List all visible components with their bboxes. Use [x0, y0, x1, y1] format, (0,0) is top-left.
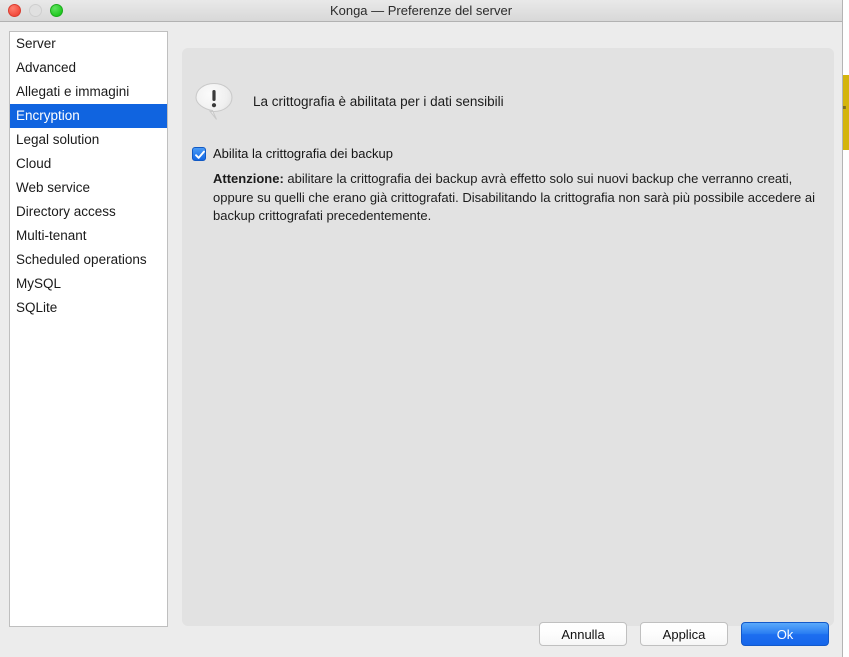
sidebar-item-scheduled-operations[interactable]: Scheduled operations	[10, 248, 167, 272]
apply-button[interactable]: Applica	[640, 622, 728, 646]
preferences-category-list[interactable]: Server Advanced Allegati e immagini Encr…	[9, 31, 168, 627]
background-window-edge[interactable]: ≡	[842, 75, 849, 150]
backup-encryption-warning: Attenzione: abilitare la crittografia de…	[213, 170, 823, 226]
sidebar-item-label: Web service	[16, 180, 91, 195]
encryption-status-row: La crittografia è abilitata per i dati s…	[194, 81, 504, 122]
sidebar-item-label: Legal solution	[16, 132, 100, 147]
sidebar-item-cloud[interactable]: Cloud	[10, 152, 167, 176]
sidebar-item-label: Advanced	[16, 60, 77, 75]
sidebar-item-label: Encryption	[16, 108, 80, 123]
enable-backup-encryption-checkbox[interactable]	[192, 146, 206, 161]
preferences-window: Konga — Preferenze del server Server Adv…	[0, 0, 843, 657]
sidebar-item-legal-solution[interactable]: Legal solution	[10, 128, 167, 152]
sidebar-item-advanced[interactable]: Advanced	[10, 56, 167, 80]
sidebar-item-label: Allegati e immagini	[16, 84, 130, 99]
sidebar-item-multi-tenant[interactable]: Multi-tenant	[10, 224, 167, 248]
sidebar-item-label: Multi-tenant	[16, 228, 87, 243]
enable-backup-encryption-row[interactable]: Abilita la crittografia dei backup	[192, 146, 393, 161]
sidebar-item-label: Server	[16, 36, 56, 51]
sidebar-item-allegati-e-immagini[interactable]: Allegati e immagini	[10, 80, 167, 104]
sidebar-item-label: Scheduled operations	[16, 252, 147, 267]
sidebar-item-sqlite[interactable]: SQLite	[10, 296, 167, 320]
sidebar-item-web-service[interactable]: Web service	[10, 176, 167, 200]
encryption-settings-panel: La crittografia è abilitata per i dati s…	[182, 48, 834, 626]
window-body: Server Advanced Allegati e immagini Encr…	[0, 22, 842, 657]
window-title: Konga — Preferenze del server	[329, 3, 513, 18]
sidebar-item-label: SQLite	[16, 300, 58, 315]
warning-title: Attenzione:	[213, 171, 284, 186]
sidebar-item-label: MySQL	[16, 276, 62, 291]
ok-button[interactable]: Ok	[741, 622, 829, 646]
enable-backup-encryption-label: Abilita la crittografia dei backup	[213, 146, 393, 161]
cancel-button[interactable]: Annulla	[539, 622, 627, 646]
encryption-status-message: La crittografia è abilitata per i dati s…	[253, 94, 504, 109]
exclamation-bubble-icon	[194, 81, 235, 122]
title-bar: Konga — Preferenze del server	[0, 0, 842, 22]
sidebar-item-directory-access[interactable]: Directory access	[10, 200, 167, 224]
sidebar-item-label: Cloud	[16, 156, 52, 171]
warning-body: abilitare la crittografia dei backup avr…	[213, 171, 815, 223]
sidebar-item-label: Directory access	[16, 204, 116, 219]
sidebar-item-encryption[interactable]: Encryption	[10, 104, 167, 128]
sidebar-item-mysql[interactable]: MySQL	[10, 272, 167, 296]
dialog-button-bar: Annulla Applica Ok	[0, 621, 842, 647]
sidebar-item-server[interactable]: Server	[10, 32, 167, 56]
